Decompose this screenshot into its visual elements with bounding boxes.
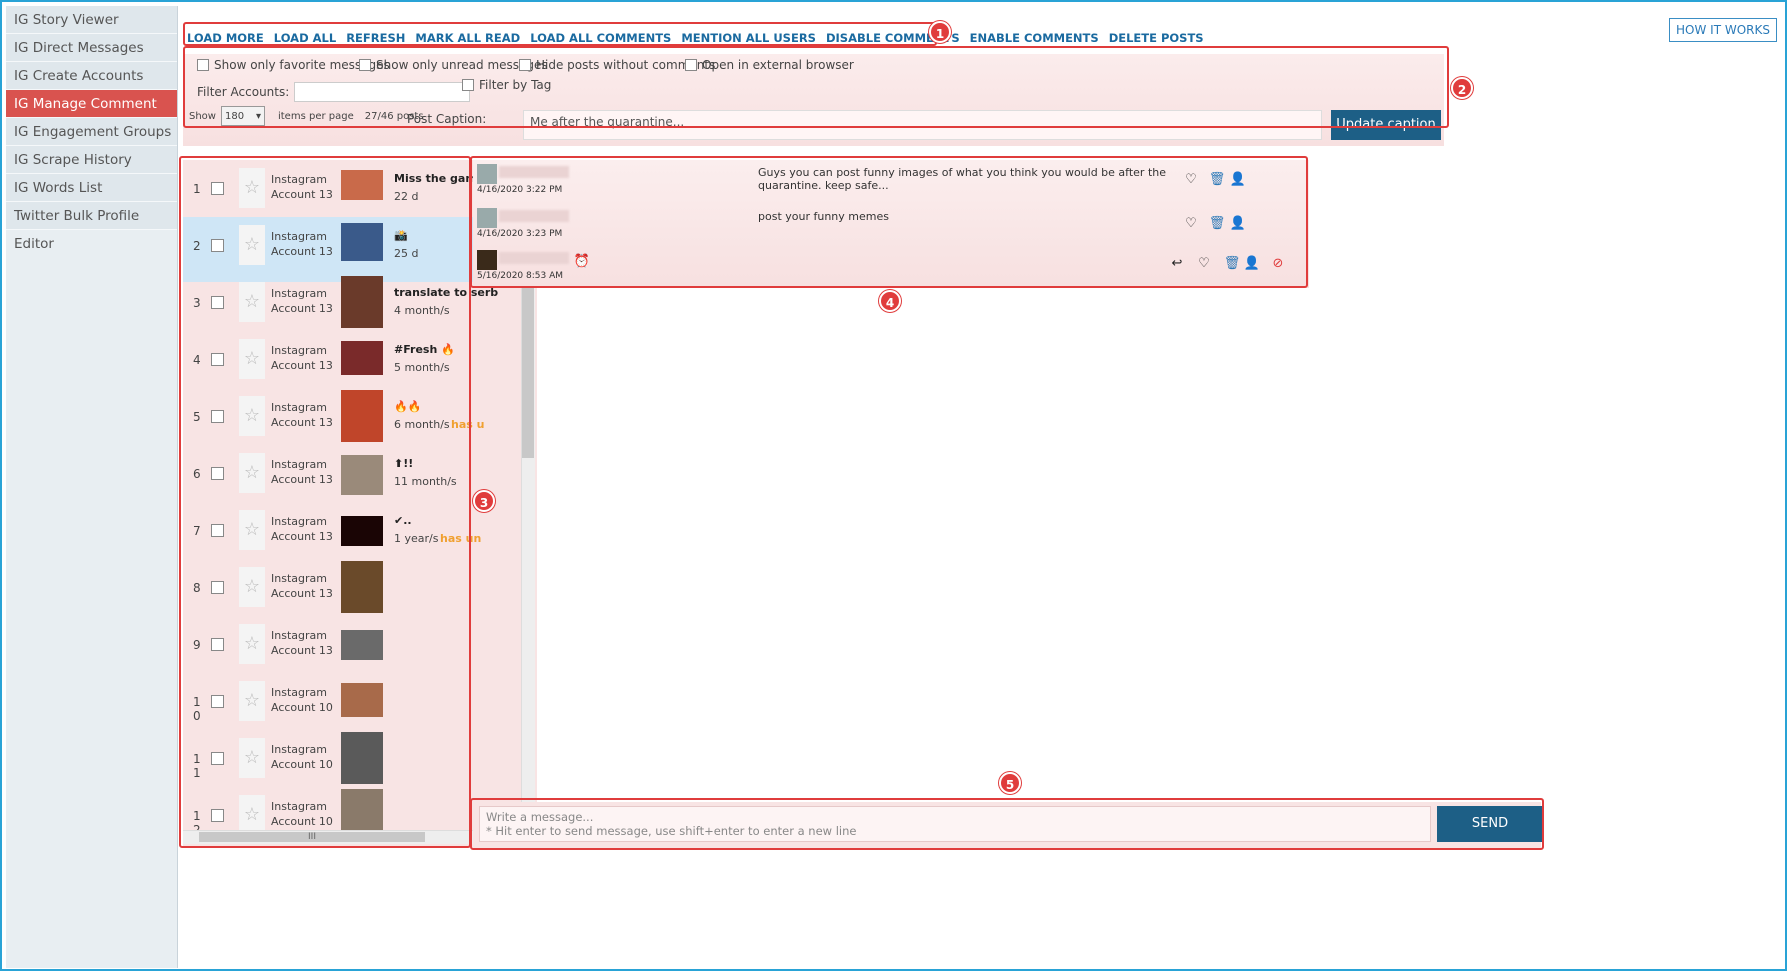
filter-highlight (183, 46, 1449, 128)
how-it-works-button[interactable]: HOW IT WORKS (1669, 18, 1777, 42)
sidebar-item-ig-direct-messages[interactable]: IG Direct Messages (6, 34, 177, 62)
toolbar-link-enable-comments[interactable]: ENABLE COMMENTS (970, 31, 1099, 45)
app-window: IG Story Viewer IG Direct Messages IG Crea… (0, 0, 1787, 971)
main-content: LOAD MORE LOAD ALL REFRESH MARK ALL READ LOA… (179, 6, 1781, 965)
sidebar-item-ig-story-viewer[interactable]: IG Story Viewer (6, 6, 177, 34)
comments-highlight (470, 156, 1308, 288)
step-badge-4: 4 (879, 290, 901, 312)
step-badge-5: 5 (999, 772, 1021, 794)
sidebar: IG Story Viewer IG Direct Messages IG Crea… (6, 6, 178, 968)
posts-highlight (179, 156, 471, 848)
sidebar-item-ig-scrape-history[interactable]: IG Scrape History (6, 146, 177, 174)
sidebar-item-ig-engagement-groups[interactable]: IG Engagement Groups (6, 118, 177, 146)
toolbar-highlight (183, 22, 937, 46)
toolbar-link-delete-posts[interactable]: DELETE POSTS (1109, 31, 1204, 45)
step-badge-3: 3 (473, 490, 495, 512)
composer-highlight (470, 798, 1544, 850)
step-badge-2: 2 (1451, 77, 1473, 99)
sidebar-item-ig-create-accounts[interactable]: IG Create Accounts (6, 62, 177, 90)
sidebar-item-ig-manage-comment[interactable]: IG Manage Comment (6, 90, 177, 118)
sidebar-item-twitter-bulk-profile-editor[interactable]: Twitter Bulk Profile Editor (6, 202, 177, 252)
step-badge-1: 1 (929, 21, 951, 43)
sidebar-item-ig-words-list[interactable]: IG Words List (6, 174, 177, 202)
